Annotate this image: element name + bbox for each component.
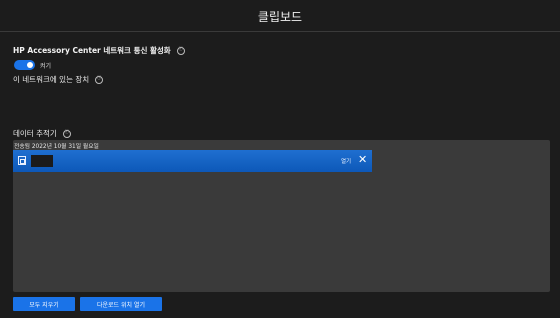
page-title: 클립보드 <box>257 10 303 24</box>
network-sharing-toggle[interactable] <box>14 60 35 70</box>
toggle-state-label: 켜기 <box>40 63 52 70</box>
devices-on-network-label: 이 네트워크에 있는 장치 <box>13 75 90 84</box>
clear-all-button[interactable]: 모두 지우기 <box>13 297 75 311</box>
open-download-location-button[interactable]: 다운로드 위치 열기 <box>80 297 162 311</box>
data-tracker-label: 데이터 추적기 <box>13 129 57 138</box>
toggle-knob <box>27 62 33 68</box>
title-divider <box>0 31 560 32</box>
clipboard-item-thumbnail[interactable] <box>31 155 53 167</box>
info-icon[interactable]: ⓘ <box>95 75 104 84</box>
info-icon[interactable]: ⓘ <box>62 129 71 138</box>
network-sharing-label: HP Accessory Center 네트워크 통신 활성화 <box>13 46 171 55</box>
clipboard-item[interactable]: 열기 ✕ <box>13 150 372 172</box>
image-icon <box>18 156 26 165</box>
history-date-header: 전송됨 2022년 10월 31일 월요일 <box>14 144 99 150</box>
info-icon[interactable]: ⓘ <box>176 46 185 55</box>
open-item-button[interactable]: 열기 <box>341 157 351 165</box>
network-sharing-row: HP Accessory Center 네트워크 통신 활성화 ⓘ <box>13 45 185 56</box>
data-tracker-row: 데이터 추적기 ⓘ <box>13 128 71 139</box>
close-icon[interactable]: ✕ <box>358 154 367 165</box>
devices-row: 이 네트워크에 있는 장치 ⓘ <box>13 74 104 85</box>
